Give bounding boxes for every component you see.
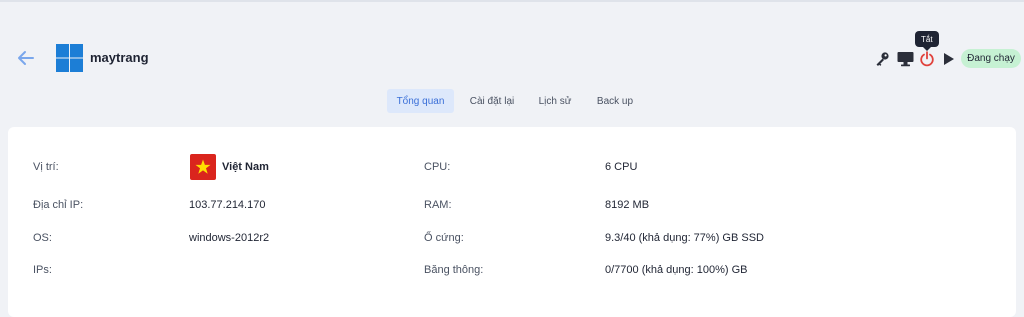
- ram-value: 8192 MB: [605, 199, 650, 211]
- tab-backup[interactable]: Back up: [588, 89, 642, 113]
- location-value: Việt Nam: [222, 161, 269, 173]
- ips-label: IPs:: [33, 264, 52, 276]
- cpu-value: 6 CPU: [605, 161, 638, 173]
- power-icon[interactable]: [918, 49, 936, 69]
- top-divider: [0, 0, 1024, 2]
- vietnam-flag-icon: [190, 154, 216, 180]
- os-value: windows-2012r2: [189, 232, 270, 244]
- bandwidth-label: Băng thông:: [424, 264, 484, 276]
- os-label: OS:: [33, 232, 52, 244]
- cpu-label: CPU:: [424, 161, 451, 173]
- tab-history[interactable]: Lịch sử: [530, 89, 580, 113]
- vm-name: maytrang: [90, 50, 149, 65]
- back-arrow-icon[interactable]: [16, 49, 36, 67]
- tab-reinstall[interactable]: Cài đặt lại: [461, 89, 523, 113]
- location-label: Vị trí:: [33, 161, 59, 173]
- ram-label: RAM:: [424, 199, 452, 211]
- play-icon[interactable]: [940, 49, 958, 69]
- ip-value: 103.77.214.170: [189, 199, 266, 211]
- ip-label: Địa chỉ IP:: [33, 199, 84, 211]
- status-badge: Đang chạy: [961, 49, 1021, 68]
- disk-value: 9.3/40 (khả dụng: 77%) GB SSD: [605, 232, 764, 244]
- tab-bar: Tổng quan Cài đặt lại Lịch sử Back up: [0, 89, 1024, 113]
- tab-overview[interactable]: Tổng quan: [387, 89, 454, 113]
- disk-label: Ổ cứng:: [424, 232, 464, 244]
- windows-logo-icon: [56, 44, 83, 72]
- power-tooltip: Tắt: [915, 31, 939, 51]
- bandwidth-value: 0/7700 (khả dụng: 100%) GB: [605, 264, 748, 276]
- monitor-icon[interactable]: [896, 49, 914, 69]
- key-icon[interactable]: [873, 49, 891, 69]
- details-card: Vị trí: Việt Nam Địa chỉ IP: 103.77.214.…: [8, 127, 1016, 317]
